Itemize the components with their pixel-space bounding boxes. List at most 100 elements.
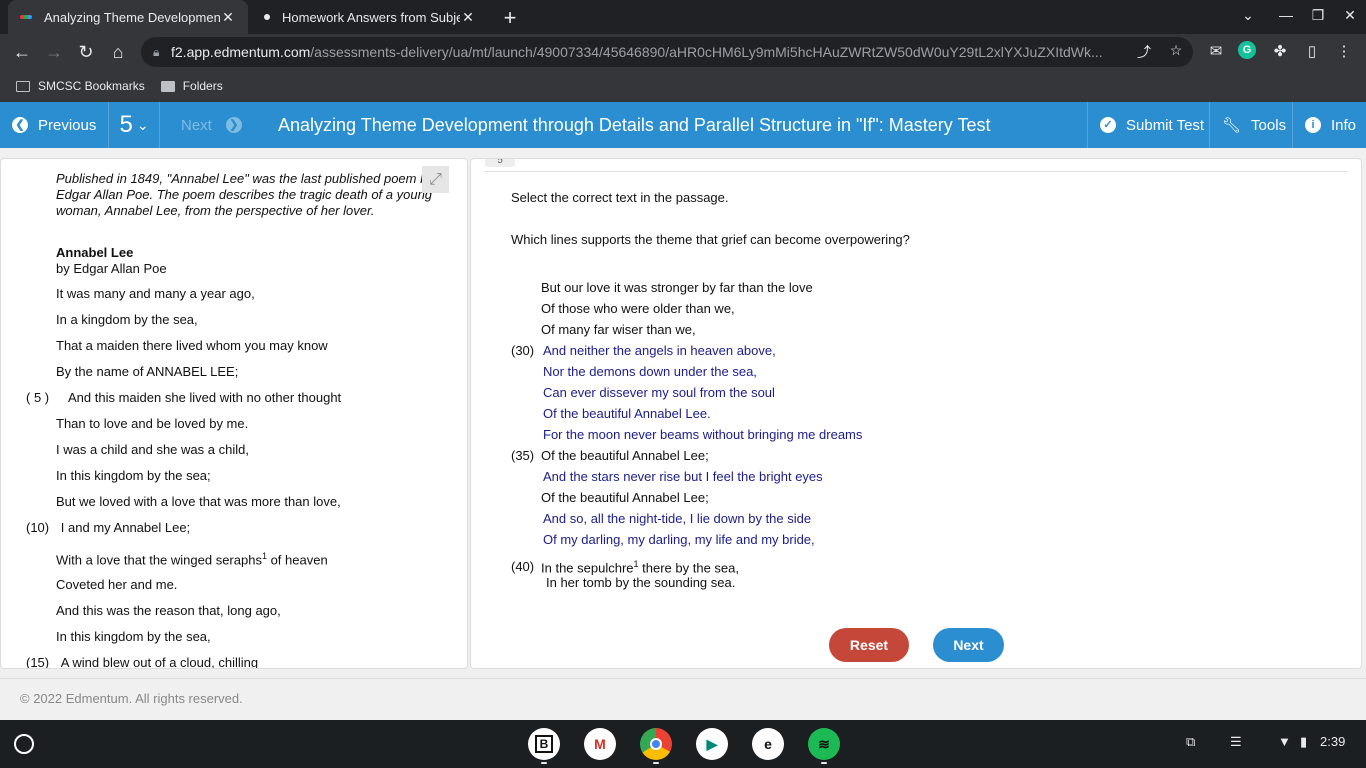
holding-space-icon[interactable]: ⧉ xyxy=(1186,734,1195,750)
reset-button[interactable]: Reset xyxy=(829,628,909,662)
poem-title: Annabel Lee xyxy=(56,245,134,260)
meet-icon[interactable]: ▶ xyxy=(696,728,728,760)
lock-icon: 🔒︎ xyxy=(153,44,160,59)
submit-test-button[interactable]: ✓ Submit Test xyxy=(1100,102,1204,148)
wifi-icon[interactable]: ▼ xyxy=(1278,734,1291,749)
wrench-icon: 🔧︎ xyxy=(1222,117,1242,134)
line-number: (40) xyxy=(511,559,535,574)
bookmark-folder-icon xyxy=(16,80,30,92)
selectable-line[interactable]: But our love it was stronger by far than… xyxy=(541,280,813,295)
check-circle-icon: ✓ xyxy=(1100,117,1116,133)
bookmark-smcsc[interactable]: SMCSC Bookmarks xyxy=(16,79,145,93)
previous-label: Previous xyxy=(38,116,97,134)
selectable-line[interactable]: Of many far wiser than we, xyxy=(541,322,696,337)
selectable-line[interactable]: In the sepulchre1 there by the sea, xyxy=(541,559,739,575)
chevron-down-icon: ⌄ xyxy=(136,116,149,133)
clock[interactable]: 2:39 xyxy=(1320,734,1345,749)
question-tab-mark: 5 xyxy=(485,159,515,167)
divider xyxy=(1087,102,1088,148)
grammarly-icon[interactable]: G xyxy=(1238,41,1256,59)
bookmarks-bar: SMCSC Bookmarks Folders xyxy=(0,70,1366,102)
poem-line: Than to love and be loved by me. xyxy=(56,416,249,431)
selectable-line[interactable]: Of those who were older than we, xyxy=(541,301,735,316)
chrome-icon[interactable] xyxy=(640,728,672,760)
browser-tab-inactive[interactable]: Homework Answers from Subjec ✕ xyxy=(252,0,488,34)
poem-line: And this maiden she lived with no other … xyxy=(68,390,342,405)
passage-intro: Published in 1849, "Annabel Lee" was the… xyxy=(56,171,434,218)
selectable-line[interactable]: Can ever dissever my soul from the soul xyxy=(543,385,775,400)
new-tab-icon[interactable]: + xyxy=(498,5,522,31)
next-header-button[interactable]: Next ❯ xyxy=(181,102,252,148)
next-button[interactable]: Next xyxy=(933,628,1004,662)
home-icon[interactable]: ⌂ xyxy=(106,40,130,64)
battery-icon[interactable]: ▮ xyxy=(1300,734,1307,750)
close-tab-icon[interactable]: ✕ xyxy=(220,9,236,26)
tools-label: Tools xyxy=(1251,116,1287,134)
selectable-line[interactable]: Of the beautiful Annabel Lee; xyxy=(541,448,709,463)
back-icon[interactable]: ← xyxy=(10,40,34,64)
extensions-icon[interactable]: ✤ xyxy=(1270,42,1290,60)
selectable-line[interactable]: Of the beautiful Annabel Lee. xyxy=(543,406,711,421)
side-panel-icon[interactable]: ▯ xyxy=(1302,42,1322,60)
copyright: © 2022 Edmentum. All rights reserved. xyxy=(20,691,243,706)
page-footer: © 2022 Edmentum. All rights reserved. xyxy=(0,678,1366,720)
close-tab-icon[interactable]: ✕ xyxy=(460,9,476,26)
share-icon[interactable]: ⤴ xyxy=(1135,42,1153,62)
clipboard-icon[interactable]: ☰ xyxy=(1230,734,1242,750)
spotify-icon[interactable]: ≋ xyxy=(808,728,840,760)
edmentum-favicon-icon xyxy=(20,15,32,19)
reload-icon[interactable]: ↻ xyxy=(74,40,98,64)
forward-icon[interactable]: → xyxy=(42,40,66,64)
poem-line: I and my Annabel Lee; xyxy=(60,520,191,535)
line-number: (10) xyxy=(26,520,50,535)
minimize-icon[interactable]: — xyxy=(1276,7,1296,23)
homework-favicon-icon xyxy=(264,14,270,20)
question-panel: 5 Select the correct text in the passage… xyxy=(470,158,1362,669)
url-path: /assessments-delivery/ua/mt/launch/49007… xyxy=(310,44,1103,60)
maximize-icon[interactable]: ❐ xyxy=(1308,7,1328,24)
tab-title: Analyzing Theme Development t xyxy=(44,9,220,25)
bookmark-folders[interactable]: Folders xyxy=(160,79,223,93)
bookmark-star-icon[interactable]: ☆ xyxy=(1167,42,1185,59)
running-indicator xyxy=(821,762,827,764)
edmentum-icon[interactable]: e xyxy=(752,728,784,760)
previous-button[interactable]: ❮ Previous xyxy=(12,102,96,148)
launcher-icon[interactable] xyxy=(14,734,34,754)
mail-icon[interactable]: ✉ xyxy=(1206,42,1226,60)
selectable-line[interactable]: And the stars never rise but I feel the … xyxy=(543,469,823,484)
arrow-left-icon: ❮ xyxy=(12,117,28,133)
info-button[interactable]: i Info xyxy=(1305,102,1356,148)
browser-toolbar: ← → ↻ ⌂ 🔒︎ f2.app.edmentum.com/assessmen… xyxy=(0,34,1366,70)
browser-tab-active[interactable]: Analyzing Theme Development t ✕ xyxy=(8,0,248,34)
tab-search-chevron-icon[interactable]: ⌄ xyxy=(1238,7,1258,24)
gmail-icon[interactable]: M xyxy=(584,728,616,760)
selectable-line[interactable]: And neither the angels in heaven above, xyxy=(543,343,776,358)
passage-panel[interactable]: Published in 1849, "Annabel Lee" was the… xyxy=(0,158,468,669)
divider xyxy=(485,171,1347,172)
divider xyxy=(1292,102,1293,148)
arrow-right-icon: ❯ xyxy=(225,117,242,133)
next-label: Next xyxy=(181,116,212,134)
address-bar[interactable]: 🔒︎ f2.app.edmentum.com/assessments-deliv… xyxy=(141,37,1193,67)
selectable-line[interactable]: Nor the demons down under the sea, xyxy=(543,364,757,379)
question-number-dropdown[interactable]: 5 ⌄ xyxy=(108,102,160,148)
tools-button[interactable]: 🔧︎ Tools xyxy=(1222,102,1286,148)
selectable-line[interactable]: For the moon never beams without bringin… xyxy=(543,427,862,442)
expand-icon[interactable]: ⤢ xyxy=(422,166,449,193)
poem-line: It was many and many a year ago, xyxy=(56,286,255,301)
menu-kebab-icon[interactable]: ⋮ xyxy=(1334,42,1354,60)
selectable-line[interactable]: Of my darling, my darling, my life and m… xyxy=(543,532,815,547)
close-window-icon[interactable]: ✕ xyxy=(1340,7,1360,24)
bookmark-app-icon[interactable]: B xyxy=(528,728,560,760)
question-number: 5 xyxy=(119,111,133,138)
selectable-line[interactable]: And so, all the night-tide, I lie down b… xyxy=(543,511,811,526)
poem-author: by Edgar Allan Poe xyxy=(56,261,167,276)
divider xyxy=(1209,102,1210,148)
poem-line: In this kingdom by the sea; xyxy=(56,468,211,483)
selectable-line[interactable]: Of the beautiful Annabel Lee; xyxy=(541,490,709,505)
browser-tab-strip: Analyzing Theme Development t ✕ Homework… xyxy=(0,0,1366,34)
poem-line: In this kingdom by the sea, xyxy=(56,629,211,644)
poem-line: And this was the reason that, long ago, xyxy=(56,603,281,618)
os-shelf: B M ▶ e ≋ ⧉ ☰ ▼ ▮ 2:39 xyxy=(0,720,1366,768)
selectable-line[interactable]: In her tomb by the sounding sea. xyxy=(546,575,735,590)
